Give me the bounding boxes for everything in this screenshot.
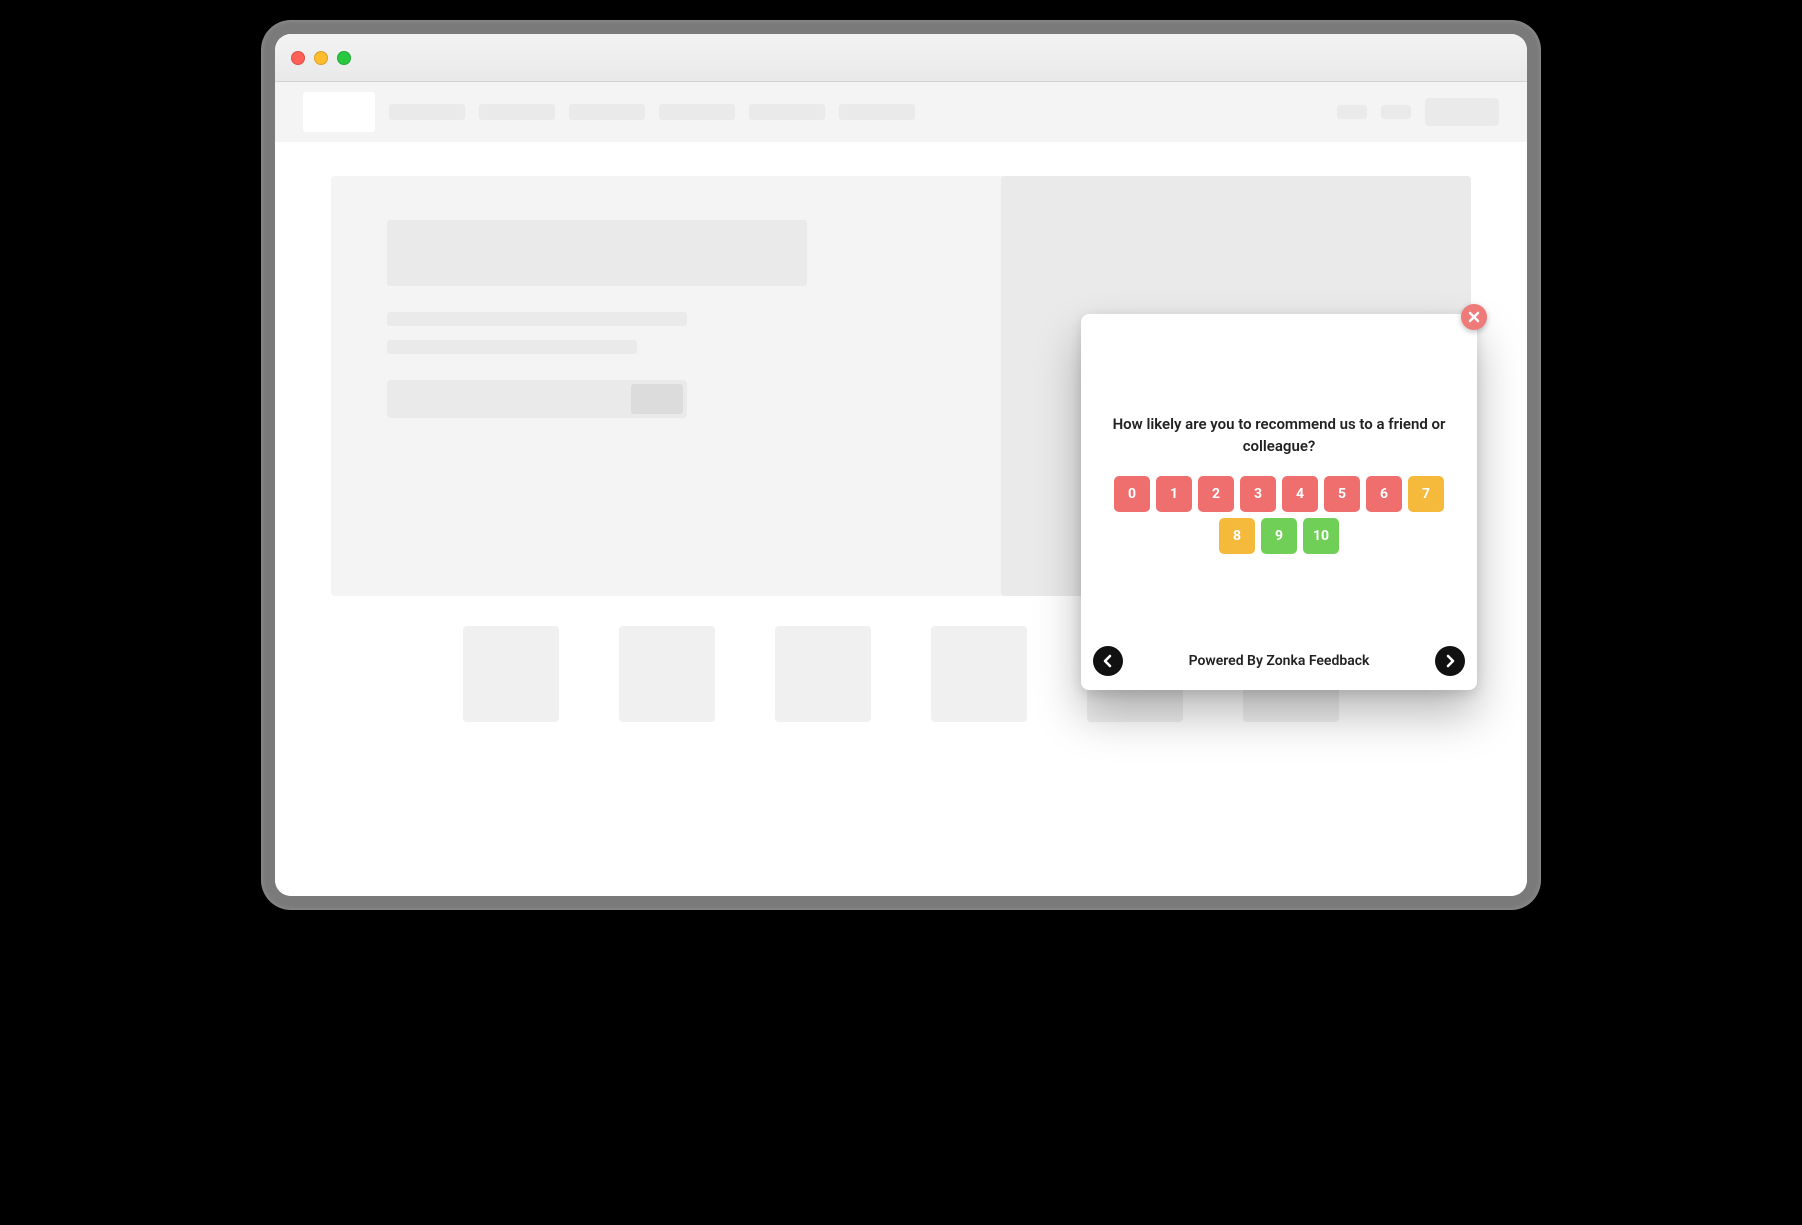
nps-footer: Powered By Zonka Feedback (1081, 646, 1477, 690)
window-maximize-icon[interactable] (337, 51, 351, 65)
nps-popup: How likely are you to recommend us to a … (1081, 314, 1477, 690)
card-placeholder (463, 626, 559, 722)
page-viewport: How likely are you to recommend us to a … (275, 82, 1527, 896)
nps-score-4[interactable]: 4 (1282, 476, 1318, 512)
previous-button[interactable] (1093, 646, 1123, 676)
nav-link-placeholder (479, 104, 555, 120)
nav-link-placeholder (659, 104, 735, 120)
powered-by-label: Powered By Zonka Feedback (1189, 653, 1370, 669)
nps-score-2[interactable]: 2 (1198, 476, 1234, 512)
hero-text-placeholder (387, 340, 637, 354)
header-chip-placeholder (1381, 105, 1411, 119)
header-chip-placeholder (1337, 105, 1367, 119)
nps-score-label: 8 (1233, 528, 1241, 544)
nps-score-label: 1 (1170, 486, 1178, 502)
nps-scale: 0 1 2 3 4 5 6 7 8 9 10 (1109, 476, 1449, 554)
nps-score-5[interactable]: 5 (1324, 476, 1360, 512)
nps-question-text: How likely are you to recommend us to a … (1109, 414, 1449, 458)
nps-score-7[interactable]: 7 (1408, 476, 1444, 512)
nps-score-label: 4 (1296, 486, 1304, 502)
site-header (275, 82, 1527, 142)
close-button[interactable] (1461, 304, 1487, 330)
device-frame: How likely are you to recommend us to a … (261, 20, 1541, 910)
nps-score-3[interactable]: 3 (1240, 476, 1276, 512)
nps-score-label: 0 (1128, 486, 1136, 502)
hero-left (387, 220, 941, 552)
nps-score-label: 6 (1380, 486, 1388, 502)
nav-link-placeholder (839, 104, 915, 120)
hero-title-placeholder (387, 220, 807, 286)
close-icon (1468, 311, 1480, 323)
screen: How likely are you to recommend us to a … (275, 34, 1527, 896)
nps-score-label: 10 (1313, 528, 1329, 544)
nps-score-9[interactable]: 9 (1261, 518, 1297, 554)
nps-score-8[interactable]: 8 (1219, 518, 1255, 554)
nps-score-0[interactable]: 0 (1114, 476, 1150, 512)
chevron-right-icon (1443, 654, 1457, 668)
next-button[interactable] (1435, 646, 1465, 676)
nps-score-label: 5 (1338, 486, 1346, 502)
nps-score-label: 7 (1422, 486, 1430, 502)
card-placeholder (931, 626, 1027, 722)
logo-placeholder (303, 92, 375, 132)
chevron-left-icon (1101, 654, 1115, 668)
nav-link-placeholder (389, 104, 465, 120)
nps-score-label: 3 (1254, 486, 1262, 502)
window-title-bar (275, 34, 1527, 82)
card-placeholder (619, 626, 715, 722)
nps-score-label: 2 (1212, 486, 1220, 502)
nps-score-6[interactable]: 6 (1366, 476, 1402, 512)
card-placeholder (775, 626, 871, 722)
nps-score-label: 9 (1275, 528, 1283, 544)
hero-text-placeholder (387, 312, 687, 326)
nav-link-placeholder (569, 104, 645, 120)
window-close-icon[interactable] (291, 51, 305, 65)
hero-input-placeholder (387, 380, 687, 418)
window-minimize-icon[interactable] (314, 51, 328, 65)
nav-link-placeholder (749, 104, 825, 120)
nps-score-1[interactable]: 1 (1156, 476, 1192, 512)
header-button-placeholder (1425, 98, 1499, 126)
nps-score-10[interactable]: 10 (1303, 518, 1339, 554)
